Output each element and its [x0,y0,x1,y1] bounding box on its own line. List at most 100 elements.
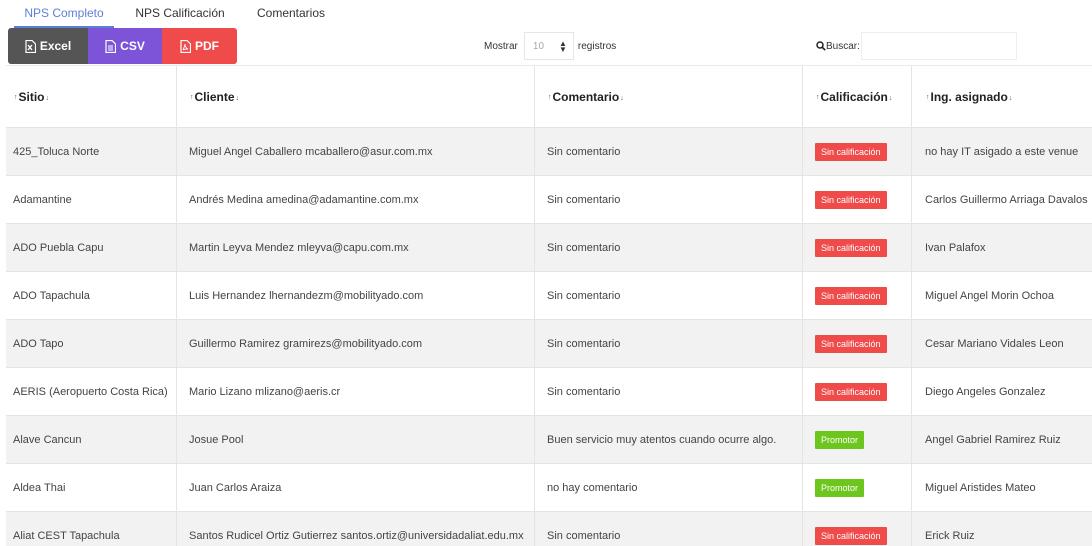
rating-badge: Sin calificación [815,286,887,305]
tab-comentarios[interactable]: Comentarios [246,0,336,28]
table-row[interactable]: Aldea Thai Juan Carlos Araiza no hay comen… [6,464,1092,512]
table-row[interactable]: ADO Puebla Capu Martin Leyva Mendez mleyv… [6,224,1092,272]
cell-comentario-text: no hay comentario [547,481,638,494]
column-header-sitio[interactable]: ↑ Sitio ↓ [6,66,177,127]
cell-sitio-text: Aldea Thai [13,481,66,494]
cell-cliente-text: Miguel Angel Caballero mcaballero@asur.c… [189,145,433,158]
cell-cliente-text: Andrés Medina amedina@adamantine.com.mx [189,193,419,206]
search-input[interactable] [860,32,1017,60]
column-header-calificacion[interactable]: ↑ Calificación ↓ [803,66,912,127]
cell-comentario: Sin comentario [535,176,803,223]
tab-bar: NPS Completo NPS Calificación Comentario… [0,0,1092,28]
column-header-cliente[interactable]: ↑ Cliente ↓ [177,66,535,127]
pdf-file-icon [180,39,191,53]
cell-calificacion: Promotor [803,416,912,463]
tab-nps-completo[interactable]: NPS Completo [14,0,114,28]
cell-sitio-text: AERIS (Aeropuerto Costa Rica) [13,385,168,398]
cell-calificacion: Sin calificación [803,176,912,223]
rating-badge: Promotor [815,430,865,449]
cell-comentario: Buen servicio muy atentos cuando ocurre … [535,416,803,463]
cell-calificacion: Sin calificación [803,128,912,175]
table-header-row: ↑ Sitio ↓ ↑ Cliente ↓ ↑ Comentario ↓ ↑ Califica… [6,65,1092,128]
cell-comentario: Sin comentario [535,320,803,367]
cell-sitio: 425_Toluca Norte [6,128,177,175]
sort-desc-icon: ↓ [1008,95,1013,102]
cell-cliente-text: Martin Leyva Mendez mleyva@capu.com.mx [189,241,409,254]
rating-badge: Sin calificación [815,238,887,257]
sort-desc-icon: ↓ [620,95,624,102]
sort-asc-icon: ↑ [816,94,820,101]
table-toolbar: Excel CSV PDF Mostrar 10 ▲ ▼ registros Bu… [0,28,1092,65]
cell-calificacion: Sin calificación [803,512,912,546]
sort-asc-icon: ↑ [190,94,194,101]
search-icon [816,41,826,51]
cell-comentario-text: Sin comentario [547,289,621,302]
cell-sitio: Adamantine [6,176,177,223]
cell-ingeniero-text: Cesar Mariano Vidales Leon [925,337,1064,350]
cell-cliente: Luis Hernandez lhernandezm@mobilityado.c… [177,272,535,319]
cell-cliente-text: Guillermo Ramirez gramirezs@mobilityado.… [189,337,423,350]
column-header-label: Calificación [820,89,888,104]
sort-desc-icon: ↓ [235,95,240,102]
export-pdf-button[interactable]: PDF [162,28,237,64]
rating-badge: Sin calificación [815,526,887,545]
cell-cliente: Martin Leyva Mendez mleyva@capu.com.mx [177,224,535,271]
export-csv-label: CSV [120,39,145,53]
table-body: 425_Toluca Norte Miguel Angel Caballero m… [6,128,1092,546]
sort-desc-icon: ↓ [888,95,893,102]
excel-file-icon [25,39,36,53]
records-label: registros [577,40,617,52]
table-row[interactable]: AERIS (Aeropuerto Costa Rica) Mario Lizan… [6,368,1092,416]
column-header-label: Ing. asignado [930,89,1008,104]
cell-sitio-text: ADO Tapachula [13,289,90,302]
cell-comentario: Sin comentario [535,272,803,319]
column-header-label: Comentario [552,89,620,104]
export-csv-button[interactable]: CSV [88,28,162,64]
rating-badge: Sin calificación [815,334,887,353]
cell-ingeniero-text: Miguel Aristides Mateo [925,481,1036,494]
cell-comentario: Sin comentario [535,512,803,546]
cell-comentario-text: Sin comentario [547,193,621,206]
search-label: Buscar: [826,40,860,52]
cell-comentario: Sin comentario [535,128,803,175]
cell-ingeniero: no hay IT asigado a este venue [912,128,1092,175]
table-row[interactable]: Aliat CEST Tapachula Santos Rudicel Ortiz… [6,512,1092,546]
cell-calificacion: Sin calificación [803,272,912,319]
cell-ingeniero: Erick Ruiz [912,512,1092,546]
select-arrows-icon: ▲ ▼ [558,39,567,54]
tab-nps-calificacion[interactable]: NPS Calificación [114,0,246,28]
cell-ingeniero: Miguel Aristides Mateo [912,464,1092,511]
cell-cliente: Andrés Medina amedina@adamantine.com.mx [177,176,535,223]
column-header-ingeniero[interactable]: ↑ Ing. asignado ↓ [912,66,1092,127]
rating-badge: Sin calificación [815,142,887,161]
table-row[interactable]: Adamantine Andrés Medina amedina@adamanti… [6,176,1092,224]
table-row[interactable]: 425_Toluca Norte Miguel Angel Caballero m… [6,128,1092,176]
export-excel-button[interactable]: Excel [8,28,88,64]
sort-asc-icon: ↑ [14,94,18,101]
table-row[interactable]: Alave Cancun Josue Pool Buen servicio muy … [6,416,1092,464]
cell-cliente-text: Juan Carlos Araiza [189,481,282,494]
table-row[interactable]: ADO Tapachula Luis Hernandez lhernandezm@… [6,272,1092,320]
column-header-comentario[interactable]: ↑ Comentario ↓ [535,66,803,127]
cell-sitio-text: Adamantine [13,193,72,206]
sort-asc-icon: ↑ [926,94,930,101]
cell-comentario: Sin comentario [535,368,803,415]
cell-ingeniero: Cesar Mariano Vidales Leon [912,320,1092,367]
cell-cliente: Guillermo Ramirez gramirezs@mobilityado.… [177,320,535,367]
cell-comentario-text: Sin comentario [547,385,621,398]
cell-cliente-text: Luis Hernandez lhernandezm@mobilityado.c… [189,289,424,302]
cell-ingeniero-text: Ivan Palafox [925,241,986,254]
column-header-label: Cliente [194,89,235,104]
cell-comentario-text: Sin comentario [547,145,621,158]
show-label: Mostrar [484,40,518,52]
cell-ingeniero-text: Diego Angeles Gonzalez [925,385,1046,398]
rating-badge: Sin calificación [815,382,887,401]
cell-comentario-text: Buen servicio muy atentos cuando ocurre … [547,433,777,446]
table-row[interactable]: ADO Tapo Guillermo Ramirez gramirezs@mobi… [6,320,1092,368]
page-size-select[interactable]: 10 ▲ ▼ [523,32,574,60]
cell-ingeniero: Diego Angeles Gonzalez [912,368,1092,415]
cell-cliente: Mario Lizano mlizano@aeris.cr [177,368,535,415]
cell-calificacion: Promotor [803,464,912,511]
export-excel-label: Excel [39,39,72,53]
cell-ingeniero: Ivan Palafox [912,224,1092,271]
